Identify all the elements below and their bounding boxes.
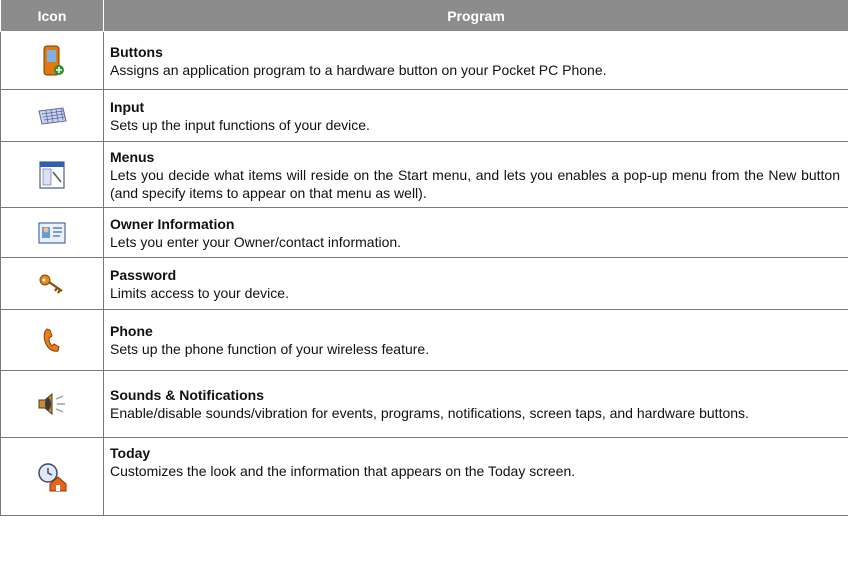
row-name: Today — [110, 445, 151, 461]
table-row: Password Limits access to your device. — [0, 257, 848, 310]
table-row: Owner Information Lets you enter your Ow… — [0, 207, 848, 258]
buttons-icon — [35, 44, 69, 78]
keys-icon — [35, 267, 69, 301]
row-name: Owner Information — [110, 215, 235, 232]
row-name: Buttons — [110, 43, 163, 60]
header-icon-column: Icon — [0, 0, 104, 32]
phone-handset-icon — [35, 323, 69, 357]
table-row: Today Customizes the look and the inform… — [0, 437, 848, 516]
row-name: Password — [110, 266, 177, 283]
keyboard-icon — [35, 99, 69, 133]
table-row: Buttons Assigns an application program t… — [0, 31, 848, 90]
owner-card-icon — [35, 216, 69, 250]
row-description: Lets you enter your Owner/contact inform… — [110, 233, 402, 250]
row-description: Sets up the phone function of your wirel… — [110, 341, 430, 357]
today-clock-home-icon — [35, 460, 69, 494]
table-row: Input Sets up the input functions of you… — [0, 89, 848, 142]
table-row: Sounds & Notifications Enable/disable so… — [0, 370, 848, 438]
table-row: Menus Lets you decide what items will re… — [0, 141, 848, 208]
table-header-row: Icon Program — [0, 0, 848, 32]
row-description: Lets you decide what items will reside o… — [110, 166, 840, 201]
row-name: Menus — [110, 148, 155, 165]
menu-window-icon — [35, 158, 69, 192]
row-description: Sets up the input functions of your devi… — [110, 116, 370, 133]
row-description: Limits access to your device. — [110, 284, 289, 301]
row-description: Assigns an application program to a hard… — [110, 61, 607, 78]
table-row: Phone Sets up the phone function of your… — [0, 309, 848, 371]
header-program-column: Program — [103, 0, 848, 32]
settings-table: Icon Program Buttons Assigns an applicat… — [0, 0, 848, 516]
row-name: Phone — [110, 323, 153, 339]
row-description: Customizes the look and the information … — [110, 463, 576, 479]
row-name: Input — [110, 98, 145, 115]
row-description: Enable/disable sounds/vibration for even… — [110, 405, 749, 421]
row-name: Sounds & Notifications — [110, 387, 264, 403]
speaker-icon — [35, 387, 69, 421]
